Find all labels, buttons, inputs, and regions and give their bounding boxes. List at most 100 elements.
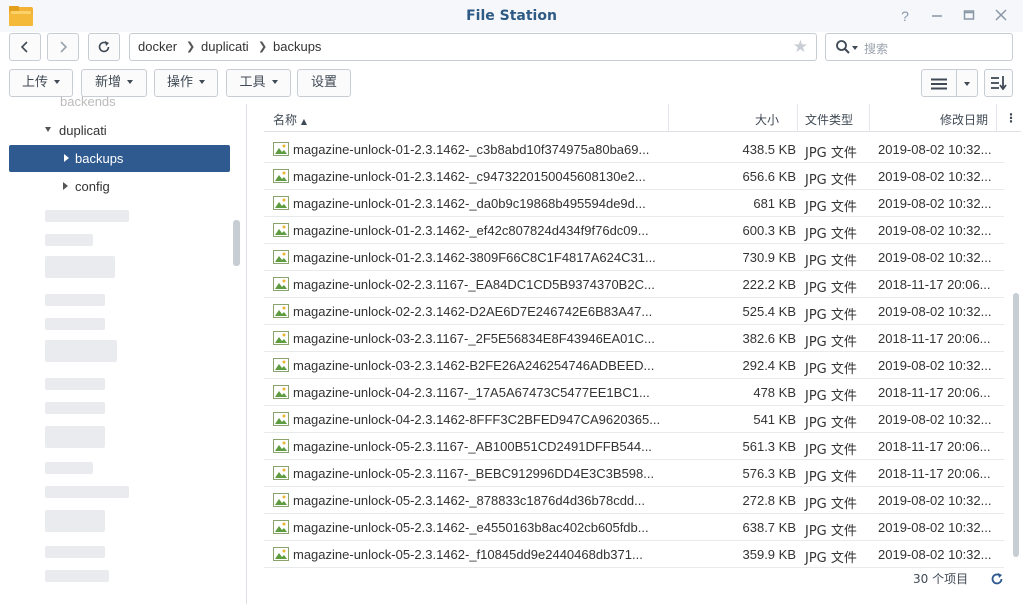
table-row[interactable]: magazine-unlock-03-2.3.1462-B2FE26A24625… xyxy=(264,352,1004,379)
file-size: 600.3 KB xyxy=(742,223,797,238)
tree-item-config[interactable]: config xyxy=(75,179,110,194)
obscured-item xyxy=(45,510,105,532)
file-modified: 2019-08-02 10:32... xyxy=(878,520,992,535)
file-modified: 2019-08-02 10:32... xyxy=(878,493,992,508)
chevron-down-icon xyxy=(127,79,133,84)
file-type: JPG 文件 xyxy=(805,335,857,350)
file-type: JPG 文件 xyxy=(805,497,857,512)
upload-button[interactable]: 上传 xyxy=(9,69,73,97)
table-row[interactable]: magazine-unlock-01-2.3.1462-_c9473220150… xyxy=(264,163,1004,190)
tree-item-backups[interactable]: backups xyxy=(9,145,230,172)
file-type: JPG 文件 xyxy=(805,416,857,431)
file-name: magazine-unlock-02-2.3.1167-_EA84DC1CD5B… xyxy=(293,277,655,292)
table-row[interactable]: magazine-unlock-02-2.3.1462-D2AE6D7E2467… xyxy=(264,298,1004,325)
column-divider[interactable] xyxy=(869,104,870,132)
tree-item-duplicati[interactable]: duplicati xyxy=(59,123,107,138)
settings-button[interactable]: 设置 xyxy=(297,69,351,97)
file-type: JPG 文件 xyxy=(805,173,857,188)
file-size: 438.5 KB xyxy=(742,142,797,157)
forward-button[interactable] xyxy=(47,33,79,61)
star-icon[interactable]: ★ xyxy=(793,37,808,57)
breadcrumb-separator: ❯ xyxy=(258,41,268,53)
file-type: JPG 文件 xyxy=(805,551,857,566)
tree-item-cut[interactable]: backends xyxy=(60,94,116,109)
image-file-icon xyxy=(273,493,289,507)
column-header-type[interactable]: 文件类型 xyxy=(805,111,853,128)
column-menu-icon[interactable]: ⋮ xyxy=(1005,111,1017,125)
column-header-size[interactable]: 大小 xyxy=(755,111,779,128)
file-type: JPG 文件 xyxy=(805,227,857,242)
column-header-modified[interactable]: 修改日期 xyxy=(940,111,988,128)
image-file-icon xyxy=(273,412,289,426)
table-row[interactable]: magazine-unlock-02-2.3.1167-_EA84DC1CD5B… xyxy=(264,271,1004,298)
create-button[interactable]: 新增 xyxy=(81,69,147,97)
search-placeholder: 搜索 xyxy=(864,42,889,56)
obscured-item xyxy=(45,546,105,558)
refresh-button[interactable] xyxy=(88,33,120,61)
image-file-icon xyxy=(273,304,289,318)
file-size: 730.9 KB xyxy=(742,250,797,265)
column-divider[interactable] xyxy=(668,104,669,132)
breadcrumb-docker[interactable]: docker xyxy=(138,39,177,54)
table-row[interactable]: magazine-unlock-03-2.3.1167-_2F5E56834E8… xyxy=(264,325,1004,352)
file-type: JPG 文件 xyxy=(805,146,857,161)
table-row[interactable]: magazine-unlock-01-2.3.1462-_da0b9c19868… xyxy=(264,190,1004,217)
help-icon[interactable]: ? xyxy=(896,7,914,25)
image-file-icon xyxy=(273,358,289,372)
image-file-icon xyxy=(273,250,289,264)
back-button[interactable] xyxy=(9,33,41,61)
table-row[interactable]: magazine-unlock-05-2.3.1462-_878833c1876… xyxy=(264,487,1004,514)
sort-ascending-icon: ▲ xyxy=(300,117,307,126)
file-name: magazine-unlock-01-2.3.1462-_c3b8abd10f3… xyxy=(293,142,650,157)
minimize-icon[interactable] xyxy=(928,7,946,25)
image-file-icon xyxy=(273,142,289,156)
table-row[interactable]: magazine-unlock-05-2.3.1462-_e4550163b8a… xyxy=(264,514,1004,541)
refresh-icon[interactable] xyxy=(990,572,1004,586)
table-row[interactable]: magazine-unlock-05-2.3.1167-_AB100B51CD2… xyxy=(264,433,1004,460)
maximize-icon[interactable] xyxy=(960,7,978,25)
tools-label: 工具 xyxy=(239,75,266,90)
view-mode-button[interactable] xyxy=(921,69,978,97)
file-size: 222.2 KB xyxy=(742,277,797,292)
file-name: magazine-unlock-01-2.3.1462-_da0b9c19868… xyxy=(293,196,646,211)
file-modified: 2019-08-02 10:32... xyxy=(878,358,992,373)
close-icon[interactable] xyxy=(992,7,1010,25)
chevron-down-icon[interactable] xyxy=(45,127,51,132)
image-file-icon xyxy=(273,277,289,291)
breadcrumb-backups[interactable]: backups xyxy=(273,39,321,54)
chevron-right-icon[interactable] xyxy=(63,182,68,190)
file-size: 638.7 KB xyxy=(742,520,797,535)
path-bar[interactable]: docker ❯ duplicati ❯ backups ★ xyxy=(129,33,817,61)
column-divider[interactable] xyxy=(797,104,798,132)
chevron-down-icon[interactable] xyxy=(852,46,858,50)
chevron-down-icon xyxy=(54,79,60,84)
file-size: 292.4 KB xyxy=(742,358,797,373)
file-size: 561.3 KB xyxy=(742,439,797,454)
sort-button[interactable] xyxy=(984,69,1013,97)
file-modified: 2018-11-17 20:06... xyxy=(878,439,991,454)
table-row[interactable]: magazine-unlock-01-2.3.1462-3809F66C8C1F… xyxy=(264,244,1004,271)
file-modified: 2019-08-02 10:32... xyxy=(878,412,992,427)
search-icon xyxy=(836,40,850,54)
pane-divider[interactable] xyxy=(246,104,247,604)
breadcrumb-duplicati[interactable]: duplicati xyxy=(201,39,249,54)
table-row[interactable]: magazine-unlock-04-2.3.1462-8FFF3C2BFED9… xyxy=(264,406,1004,433)
action-button[interactable]: 操作 xyxy=(154,69,218,97)
column-header-name[interactable]: 名称 ▲ xyxy=(273,111,307,128)
image-file-icon xyxy=(273,547,289,561)
button-divider xyxy=(956,70,957,96)
sidebar-scrollbar[interactable] xyxy=(233,220,240,266)
column-divider[interactable] xyxy=(996,104,997,132)
search-field[interactable]: 搜索 xyxy=(825,33,1013,61)
table-row[interactable]: magazine-unlock-01-2.3.1462-_ef42c807824… xyxy=(264,217,1004,244)
table-row[interactable]: magazine-unlock-01-2.3.1462-_c3b8abd10f3… xyxy=(264,136,1004,163)
table-row[interactable]: magazine-unlock-05-2.3.1462-_f10845dd9e2… xyxy=(264,541,1004,568)
tools-button[interactable]: 工具 xyxy=(226,69,291,97)
file-name: magazine-unlock-02-2.3.1462-D2AE6D7E2467… xyxy=(293,304,653,319)
file-list-scrollbar[interactable] xyxy=(1013,293,1019,557)
image-file-icon xyxy=(273,466,289,480)
table-row[interactable]: magazine-unlock-04-2.3.1167-_17A5A67473C… xyxy=(264,379,1004,406)
table-row[interactable]: magazine-unlock-05-2.3.1167-_BEBC912996D… xyxy=(264,460,1004,487)
image-file-icon xyxy=(273,331,289,345)
image-file-icon xyxy=(273,439,289,453)
